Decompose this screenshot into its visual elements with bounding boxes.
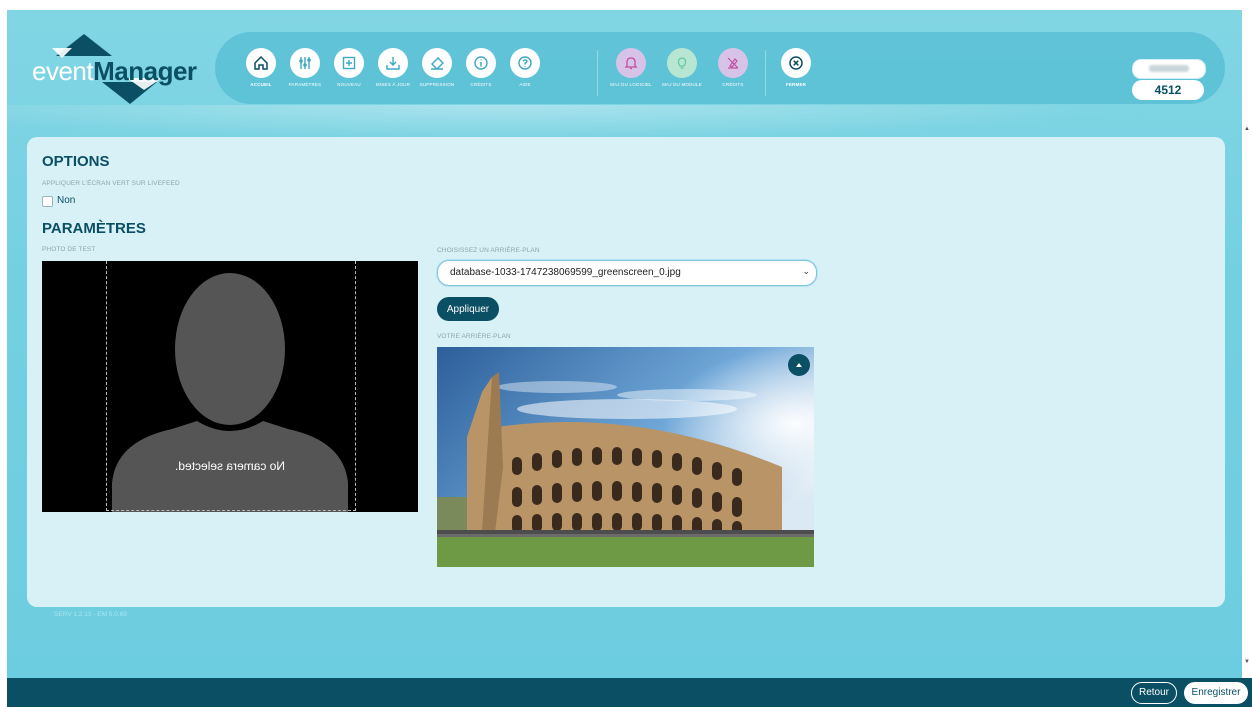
nav-label: AIDE xyxy=(519,82,531,87)
version-text: SERV 1.2.13 - EM 5.0.69 xyxy=(54,611,127,618)
nav-separator xyxy=(765,50,766,96)
nav-label: MAJ DU LOGICIEL xyxy=(610,82,652,87)
close-circle-icon xyxy=(789,56,803,70)
nav-help[interactable]: AIDE xyxy=(499,48,551,100)
nav-software-update[interactable]: MAJ DU LOGICIEL xyxy=(605,48,657,100)
scroll-up-icon[interactable]: ▲ xyxy=(1244,126,1250,132)
bulb-icon xyxy=(677,57,687,69)
scrollbar[interactable] xyxy=(1242,125,1252,670)
test-photo-preview: No camera selected. xyxy=(42,261,418,512)
user-name-pill[interactable] xyxy=(1132,59,1206,79)
chevron-down-icon: ⌄ xyxy=(802,266,810,276)
choose-bg-label: CHOISISSEZ UN ARRIÈRE-PLAN xyxy=(437,247,540,254)
logo-text: eventManager xyxy=(32,56,197,87)
nav-close[interactable]: FERMER xyxy=(770,48,822,100)
no-camera-text: No camera selected. xyxy=(174,459,286,473)
blurred-user-name xyxy=(1149,65,1189,72)
save-button[interactable]: Enregistrer xyxy=(1184,682,1248,704)
background-select-value: database-1033-1747238069599_greenscreen_… xyxy=(450,267,681,278)
plus-square-icon xyxy=(342,56,356,70)
footer-bar: Retour Enregistrer xyxy=(7,678,1252,707)
help-icon xyxy=(518,56,532,70)
nav-module-update[interactable]: MAJ DU MODULE xyxy=(656,48,708,100)
info-icon xyxy=(474,56,488,70)
nav-label: FERMER xyxy=(785,82,807,87)
greenscreen-label: APPLIQUER L'ÉCRAN VERT SUR LIVEFEED xyxy=(42,180,180,187)
apply-button[interactable]: Appliquer xyxy=(437,297,499,321)
crop-frame xyxy=(106,261,356,511)
update-icon xyxy=(386,57,400,70)
app-window: eventManager ACCUEIL PARAMÈTRES NOUVEAU … xyxy=(7,10,1242,678)
nav-separator xyxy=(597,50,598,96)
your-bg-label: VOTRE ARRIÈRE-PLAN xyxy=(437,333,511,340)
home-icon xyxy=(254,55,268,70)
upload-icon xyxy=(796,363,802,367)
options-title: OPTIONS xyxy=(42,153,110,170)
test-photo-label: PHOTO DE TEST xyxy=(42,246,96,253)
background-preview-image xyxy=(437,347,814,567)
eraser-icon xyxy=(431,57,444,70)
logo-suffix: Manager xyxy=(93,56,197,86)
upload-background-button[interactable] xyxy=(788,354,810,376)
logo: eventManager xyxy=(32,34,212,104)
nav-label: MAJ DU MODULE xyxy=(662,82,702,87)
sliders-icon xyxy=(299,57,311,69)
scroll-down-icon[interactable]: ▼ xyxy=(1244,659,1250,665)
logo-prefix: event xyxy=(32,56,94,86)
settings-title: PARAMÈTRES xyxy=(42,220,146,237)
back-button[interactable]: Retour xyxy=(1131,682,1177,704)
user-code: 4512 xyxy=(1132,80,1204,100)
bell-icon xyxy=(624,57,638,70)
background-select[interactable]: database-1033-1747238069599_greenscreen_… xyxy=(437,260,817,286)
greenscreen-value: Non xyxy=(57,195,76,206)
credits-icon xyxy=(727,57,739,69)
colosseum-image xyxy=(437,347,814,567)
greenscreen-checkbox[interactable] xyxy=(42,196,53,207)
nav-credits-2[interactable]: CRÉDITS xyxy=(707,48,759,100)
settings-panel: OPTIONS APPLIQUER L'ÉCRAN VERT SUR LIVEF… xyxy=(27,137,1225,607)
nav-label: CRÉDITS xyxy=(722,82,744,87)
